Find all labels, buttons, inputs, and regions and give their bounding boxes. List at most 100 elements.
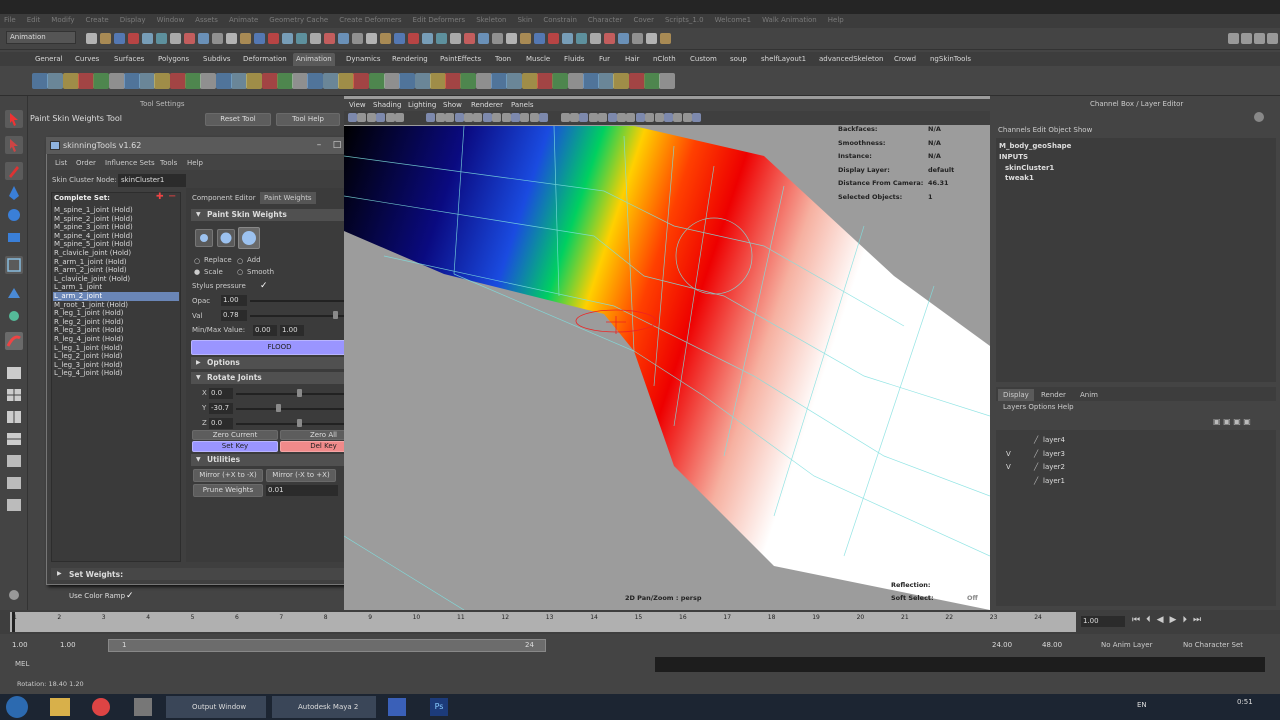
select-tool-icon[interactable] bbox=[5, 110, 23, 128]
maximize-icon[interactable]: □ bbox=[330, 139, 344, 152]
shelf-tool-icon[interactable] bbox=[32, 73, 48, 89]
joint-list-item[interactable]: R_leg_3_joint (Hold) bbox=[53, 326, 179, 335]
status-tool-icon[interactable] bbox=[380, 33, 391, 44]
shelf-tool-icon[interactable] bbox=[552, 73, 569, 89]
chrome-icon[interactable] bbox=[92, 698, 110, 716]
viewport-tool-icon[interactable] bbox=[445, 113, 455, 122]
shelf-tool-icon[interactable] bbox=[154, 73, 171, 89]
vp-menu-lighting[interactable]: Lighting bbox=[408, 101, 436, 109]
layer-color-icon[interactable]: ╱ bbox=[1034, 434, 1038, 446]
viewport-tool-icon[interactable] bbox=[570, 113, 579, 122]
panel-toggle-icon[interactable] bbox=[1228, 33, 1239, 44]
viewport-tool-icon[interactable] bbox=[376, 113, 386, 122]
shelf-tab[interactable]: Crowd bbox=[891, 53, 919, 66]
viewport-tool-icon[interactable] bbox=[348, 113, 357, 122]
viewport-tool-icon[interactable] bbox=[617, 113, 626, 122]
menu-list[interactable]: List bbox=[55, 159, 67, 167]
viewport-tool-icon[interactable] bbox=[357, 113, 367, 122]
status-tool-icon[interactable] bbox=[198, 33, 209, 44]
tab-display[interactable]: Display bbox=[998, 389, 1034, 401]
menu-item[interactable]: Skeleton bbox=[476, 16, 506, 24]
menu-item[interactable]: Display bbox=[120, 16, 146, 24]
layout-stack-icon[interactable] bbox=[5, 430, 23, 448]
status-tool-icon[interactable] bbox=[506, 33, 517, 44]
vp-menu-show[interactable]: Show bbox=[443, 101, 462, 109]
menu-item[interactable]: Create Deformers bbox=[339, 16, 401, 24]
show-manip-icon[interactable] bbox=[5, 306, 23, 324]
options-section[interactable]: ▶ Options bbox=[191, 357, 369, 369]
status-tool-icon[interactable] bbox=[128, 33, 139, 44]
layer-name[interactable]: layer1 bbox=[1043, 475, 1065, 487]
status-tool-icon[interactable] bbox=[184, 33, 195, 44]
shelf-tab[interactable]: Surfaces bbox=[111, 53, 147, 66]
menu-tools[interactable]: Tools bbox=[160, 159, 177, 167]
task-output-window[interactable]: Output Window bbox=[166, 696, 266, 718]
menu-item[interactable]: Welcome1 bbox=[715, 16, 751, 24]
menu-item[interactable]: Animate bbox=[229, 16, 258, 24]
joint-list-item[interactable]: M_spine_5_joint (Hold) bbox=[53, 240, 179, 249]
character-set-select[interactable]: No Character Set bbox=[1183, 641, 1243, 649]
viewport-tool-icon[interactable] bbox=[395, 113, 404, 122]
tab-component-editor[interactable]: Component Editor bbox=[188, 192, 260, 204]
shelf-tool-icon[interactable] bbox=[169, 73, 186, 89]
paint-weights-icon[interactable] bbox=[5, 332, 23, 350]
shelf-tab[interactable]: Polygons bbox=[155, 53, 192, 66]
explorer-icon[interactable] bbox=[50, 698, 70, 716]
value-field[interactable]: 0.78 bbox=[221, 310, 247, 321]
manipulator-tool-icon[interactable] bbox=[5, 256, 23, 274]
rotate-joints-section[interactable]: ▼ Rotate Joints bbox=[191, 372, 369, 384]
status-tool-icon[interactable] bbox=[86, 33, 97, 44]
shelf-tool-icon[interactable] bbox=[215, 73, 232, 89]
viewport-tool-icon[interactable] bbox=[464, 113, 473, 122]
joint-list-item[interactable]: R_arm_1_joint (Hold) bbox=[53, 258, 179, 267]
shelf-tab[interactable]: ngSkinTools bbox=[927, 53, 974, 66]
shelf-tool-icon[interactable] bbox=[582, 73, 599, 89]
vp-menu-renderer[interactable]: Renderer bbox=[471, 101, 503, 109]
photoshop-icon[interactable]: Ps bbox=[430, 698, 448, 716]
menu-item[interactable]: Modify bbox=[51, 16, 74, 24]
menu-item[interactable]: Window bbox=[157, 16, 185, 24]
paint-select-icon[interactable] bbox=[5, 162, 23, 180]
shelf-tool-icon[interactable] bbox=[429, 73, 446, 89]
shelf-tab[interactable]: advancedSkeleton bbox=[816, 53, 886, 66]
shelf-tool-icon[interactable] bbox=[47, 73, 64, 89]
menu-item[interactable]: Edit Deformers bbox=[413, 16, 466, 24]
stylus-pressure-checkbox[interactable]: ✓ bbox=[260, 281, 268, 291]
min-value-field[interactable]: 0.00 bbox=[253, 325, 277, 336]
viewport-tool-icon[interactable] bbox=[501, 113, 511, 122]
layout-hypershade-icon[interactable] bbox=[5, 496, 23, 514]
add-radio[interactable]: ○ bbox=[237, 257, 243, 265]
layer-color-icon[interactable]: ╱ bbox=[1034, 448, 1038, 460]
range-end-field[interactable]: 24.00 bbox=[990, 640, 1034, 651]
shelf-tool-icon[interactable] bbox=[93, 73, 110, 89]
viewport-tool-icon[interactable] bbox=[454, 113, 464, 122]
brush-medium-icon[interactable] bbox=[217, 229, 235, 247]
layout-side-icon[interactable] bbox=[5, 408, 23, 426]
input-tweak[interactable]: tweak1 bbox=[1005, 174, 1034, 182]
rotate-tool-icon[interactable] bbox=[5, 206, 23, 224]
viewport-tool-icon[interactable] bbox=[607, 113, 617, 122]
start-button-icon[interactable] bbox=[6, 696, 28, 718]
status-tool-icon[interactable] bbox=[450, 33, 461, 44]
menu-item[interactable]: Skin bbox=[517, 16, 532, 24]
task-maya[interactable]: Autodesk Maya 2 bbox=[272, 696, 376, 718]
command-input[interactable] bbox=[40, 657, 650, 672]
brush-large-icon[interactable] bbox=[238, 227, 260, 249]
shelf-tool-icon[interactable] bbox=[613, 73, 630, 89]
menu-influence-sets[interactable]: Influence Sets bbox=[105, 159, 155, 167]
shelf-tool-icon[interactable] bbox=[491, 73, 507, 89]
status-tool-icon[interactable] bbox=[618, 33, 629, 44]
joint-list-item[interactable]: L_leg_4_joint (Hold) bbox=[53, 369, 179, 378]
joint-list-item[interactable]: R_clavicle_joint (Hold) bbox=[53, 249, 179, 258]
scale-tool-icon[interactable] bbox=[5, 228, 23, 246]
viewport-tool-icon[interactable] bbox=[579, 113, 589, 122]
viewport-tool-icon[interactable] bbox=[366, 113, 376, 122]
shelf-tool-icon[interactable] bbox=[230, 73, 247, 89]
menu-item[interactable]: Character bbox=[588, 16, 623, 24]
remove-influence-icon[interactable]: − bbox=[168, 192, 176, 202]
layer-visibility-toggle[interactable]: V bbox=[1006, 461, 1011, 473]
rotate-y-field[interactable]: -30.7 bbox=[209, 403, 233, 414]
status-tool-icon[interactable] bbox=[436, 33, 447, 44]
shelf-tool-icon[interactable] bbox=[246, 73, 263, 89]
layer-color-icon[interactable]: ╱ bbox=[1034, 461, 1038, 473]
